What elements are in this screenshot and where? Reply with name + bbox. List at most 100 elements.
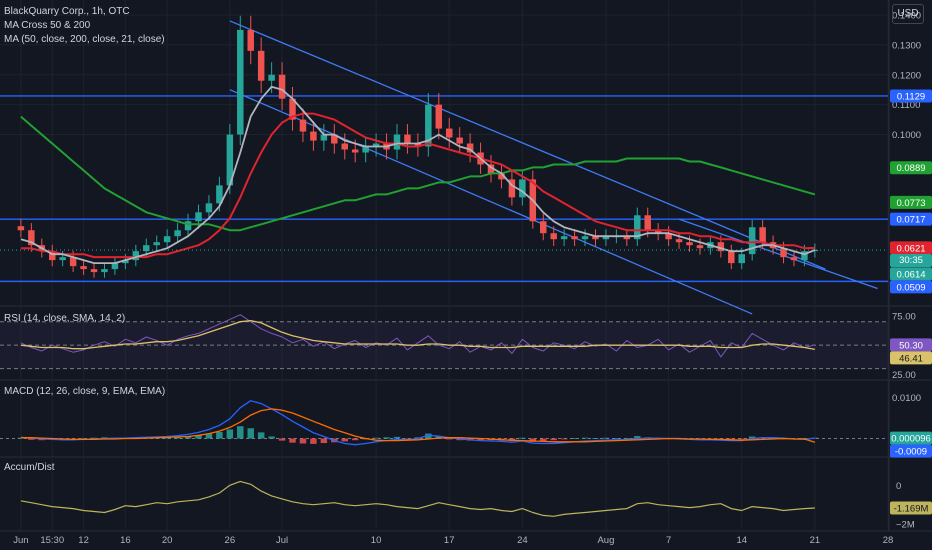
time-tick-label: 16 [120, 535, 131, 546]
time-tick-label: Jul [276, 535, 288, 546]
candle-body [686, 242, 693, 246]
macd-histogram-bar [226, 429, 234, 439]
rsi-axis-label: 46.41 [890, 351, 932, 365]
candle-body [257, 50, 265, 81]
price-axis-label-text: 0.0509 [896, 282, 925, 293]
candle-body [362, 146, 369, 153]
candle-body [17, 226, 25, 231]
macd-histogram-bar [613, 438, 620, 439]
candle-body [195, 212, 202, 222]
macd-histogram-bar [257, 432, 265, 439]
candle-body [278, 74, 286, 99]
macd-histogram-bar [581, 437, 589, 439]
price-tick-label: 0.1300 [892, 40, 921, 51]
macd-legend: MACD (12, 26, close, 9, EMA, EMA) [4, 386, 166, 397]
macd-histogram-bar [351, 438, 359, 441]
candle-body [550, 233, 557, 240]
macd-histogram-bar [247, 428, 254, 439]
accum-axis-label-text: -1.169M [894, 503, 929, 514]
price-axis-label: 0.0889 [890, 161, 932, 175]
macd-histogram-bar [320, 438, 328, 444]
macd-histogram-bar [341, 438, 348, 442]
candle-body [445, 128, 453, 138]
candle-body [59, 257, 66, 261]
macd-histogram-bar [592, 438, 599, 439]
candle-body [163, 236, 171, 243]
candle-body [341, 143, 348, 150]
chart-background [0, 0, 932, 550]
macd-histogram-bar [383, 437, 390, 439]
chart-canvas[interactable]: Jun 15:30 12 16 20 26 Jul 10 17 24 Aug 7 14 21 280.140… [0, 0, 932, 550]
macd-histogram-bar [560, 438, 568, 440]
macd-histogram-bar [602, 437, 610, 439]
time-tick-label: Aug [597, 535, 614, 546]
candle-body [153, 242, 160, 246]
candle-body [738, 254, 745, 264]
macd-histogram-bar [540, 438, 547, 442]
macd-histogram-bar [278, 438, 286, 441]
candle-body [80, 266, 87, 270]
rsi-tick-label: 25.00 [892, 370, 916, 381]
macd-histogram-bar [216, 431, 223, 439]
price-axis-label: 0.1129 [890, 89, 932, 103]
macd-histogram-bar [237, 426, 244, 439]
symbol-title: BlackQuarry Corp., 1h, OTC [4, 6, 130, 17]
candle-body [111, 263, 119, 270]
time-tick-label: 7 [666, 535, 671, 546]
macd-histogram-bar [623, 438, 631, 439]
candle-body [174, 230, 181, 237]
candle-body [247, 29, 254, 51]
price-axis-label-text: 0.0621 [896, 243, 925, 254]
rsi-axis-label-text: 46.41 [899, 353, 923, 364]
price-axis-label-text: 0.0717 [896, 215, 925, 226]
candle-body [581, 236, 589, 240]
time-tick-label: 20 [162, 535, 173, 546]
macd-axis-label-text: -0.0009 [895, 447, 927, 458]
countdown-label: 30:35 [890, 254, 932, 267]
macd-histogram-bar [289, 438, 296, 443]
macd-histogram-bar [372, 437, 380, 439]
candle-body [696, 245, 704, 249]
macd-tick-label: 0.0100 [892, 393, 921, 404]
candle-body [571, 236, 578, 240]
chart-workspace: Jun 15:30 12 16 20 26 Jul 10 17 24 Aug 7 14 21 28 0.140… [0, 0, 932, 550]
candle-body [351, 149, 359, 153]
candle-body [393, 134, 401, 150]
rsi-axis-label-text: 50.30 [899, 340, 923, 351]
candle-body [205, 203, 213, 213]
time-tick-label: 17 [444, 535, 455, 546]
accum-tick-label: −2M [896, 520, 915, 531]
price-axis-label-text: 0.0614 [896, 269, 925, 280]
candle-body [310, 131, 317, 141]
price-axis-label: 0.0717 [890, 212, 932, 226]
accum-axis-label: -1.169M [890, 501, 932, 515]
candle-body [184, 221, 192, 231]
currency-button[interactable]: USD [892, 4, 924, 24]
candle-body [237, 29, 244, 135]
candle-body [728, 251, 735, 264]
ma-cross-legend: MA Cross 50 & 200 [4, 20, 91, 31]
price-axis-label: 0.0509 [890, 280, 932, 294]
candle-body [540, 221, 547, 234]
candle-body [435, 104, 443, 129]
macd-axis-label: 0.000096 [890, 431, 932, 445]
macd-histogram-bar [445, 438, 453, 440]
price-axis-label-text: 0.0773 [896, 198, 925, 209]
time-tick-label: 21 [810, 535, 821, 546]
candle-body [644, 215, 651, 231]
candle-body [759, 227, 766, 243]
macd-histogram-bar [738, 438, 745, 440]
price-axis-label: 0.0773 [890, 195, 932, 209]
candle-body [675, 239, 683, 243]
candle-body [299, 119, 307, 132]
price-tick-label: 0.1200 [892, 70, 921, 81]
macd-histogram-bar [299, 438, 307, 444]
candle-body [268, 74, 275, 81]
macd-histogram-bar [571, 438, 578, 439]
macd-histogram-bar [550, 438, 557, 441]
time-tick-label: Jun [13, 535, 28, 546]
ma-legend: MA (50, close, 200, close, 21, close) [4, 34, 165, 45]
candle-body [560, 236, 568, 240]
price-axis-label-text: 0.0889 [896, 163, 925, 174]
candle-body [519, 179, 526, 198]
